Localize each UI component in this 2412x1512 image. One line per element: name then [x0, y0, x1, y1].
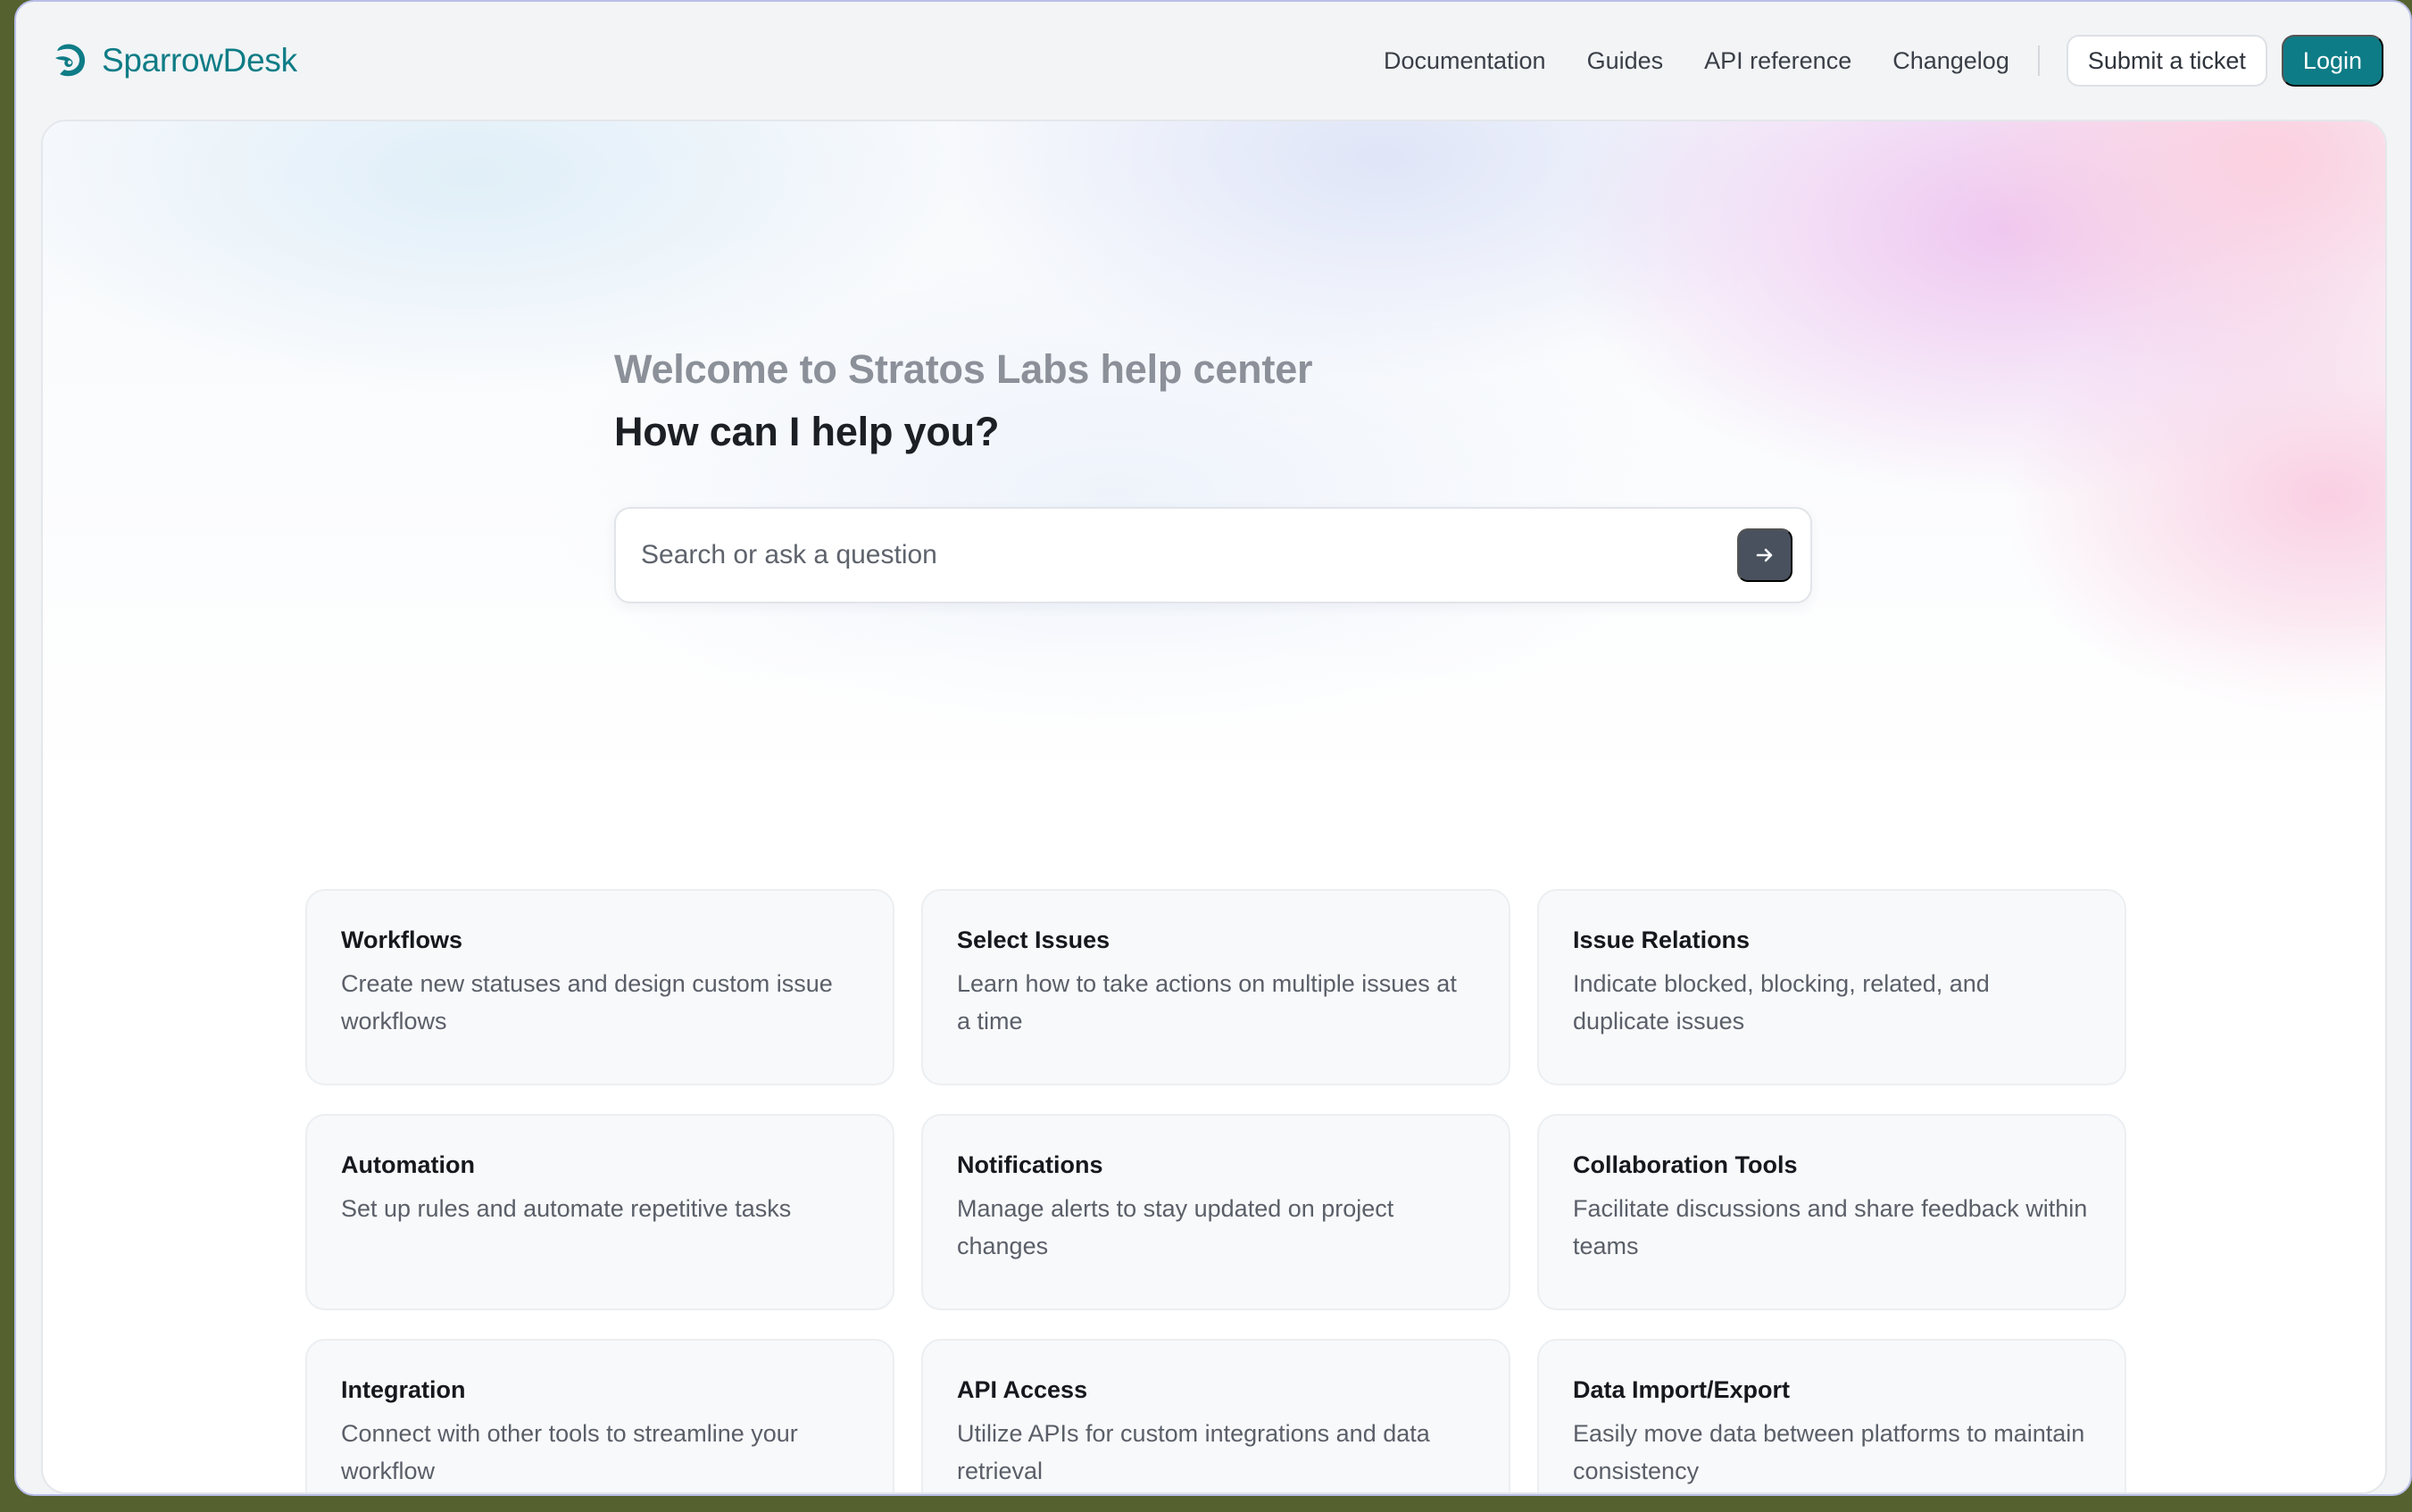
help-headline: How can I help you?	[614, 409, 1000, 454]
browser-window: SparrowDesk Documentation Guides API ref…	[14, 0, 2412, 1496]
welcome-text: Welcome to Stratos Labs help center	[614, 346, 1313, 392]
card-description: Set up rules and automate repetitive tas…	[341, 1195, 792, 1222]
arrow-right-icon	[1756, 548, 1773, 562]
card-description: Facilitate discussions and share feedbac…	[1573, 1195, 2088, 1259]
top-navigation: SparrowDesk Documentation Guides API ref…	[16, 2, 2410, 120]
hero-fade	[43, 621, 2385, 835]
card-title: Integration	[341, 1376, 466, 1403]
card-description: Connect with other tools to streamline y…	[341, 1420, 798, 1484]
card-description: Utilize APIs for custom integrations and…	[957, 1420, 1430, 1484]
login-button[interactable]: Login	[2281, 35, 2383, 87]
hero-heading: Welcome to Stratos Labs help center How …	[614, 346, 1313, 455]
topic-card-automation[interactable]: Automation Set up rules and automate rep…	[305, 1114, 894, 1310]
help-center-panel: Welcome to Stratos Labs help center How …	[41, 120, 2387, 1494]
card-description: Manage alerts to stay updated on project…	[957, 1195, 1394, 1259]
nav-guides-link[interactable]: Guides	[1587, 47, 1664, 75]
topic-card-api-access[interactable]: API Access Utilize APIs for custom integ…	[921, 1339, 1510, 1492]
nav-changelog-link[interactable]: Changelog	[1892, 47, 2009, 75]
topic-card-collaboration-tools[interactable]: Collaboration Tools Facilitate discussio…	[1537, 1114, 2126, 1310]
main-nav: Documentation Guides API reference Chang…	[1384, 35, 2383, 87]
nav-divider	[2037, 46, 2040, 76]
brand-name: SparrowDesk	[102, 42, 297, 79]
card-description: Create new statuses and design custom is…	[341, 970, 833, 1034]
card-description: Learn how to take actions on multiple is…	[957, 970, 1457, 1034]
nav-api-reference-link[interactable]: API reference	[1704, 47, 1851, 75]
topic-card-issue-relations[interactable]: Issue Relations Indicate blocked, blocki…	[1537, 889, 2126, 1085]
card-title: Automation	[341, 1151, 475, 1178]
brand-logo[interactable]: SparrowDesk	[52, 40, 297, 81]
card-description: Indicate blocked, blocking, related, and…	[1573, 970, 1990, 1034]
topic-card-notifications[interactable]: Notifications Manage alerts to stay upda…	[921, 1114, 1510, 1310]
card-title: Notifications	[957, 1151, 1103, 1178]
nav-documentation-link[interactable]: Documentation	[1384, 47, 1546, 75]
search-input[interactable]	[641, 509, 1694, 602]
card-title: Issue Relations	[1573, 926, 1751, 953]
submit-ticket-button[interactable]: Submit a ticket	[2066, 35, 2267, 87]
topic-cards-grid: Workflows Create new statuses and design…	[305, 889, 2126, 1492]
card-title: Select Issues	[957, 926, 1110, 953]
topic-card-select-issues[interactable]: Select Issues Learn how to take actions …	[921, 889, 1510, 1085]
search-submit-button[interactable]	[1737, 528, 1792, 582]
card-title: Data Import/Export	[1573, 1376, 1791, 1403]
sparrow-logo-icon	[55, 44, 86, 77]
search-bar	[614, 507, 1812, 603]
topic-card-workflows[interactable]: Workflows Create new statuses and design…	[305, 889, 894, 1085]
topic-card-data-import-export[interactable]: Data Import/Export Easily move data betw…	[1537, 1339, 2126, 1492]
card-title: Collaboration Tools	[1573, 1151, 1798, 1178]
topic-card-integration[interactable]: Integration Connect with other tools to …	[305, 1339, 894, 1492]
card-title: API Access	[957, 1376, 1088, 1403]
card-title: Workflows	[341, 926, 463, 953]
card-description: Easily move data between platforms to ma…	[1573, 1420, 2085, 1484]
